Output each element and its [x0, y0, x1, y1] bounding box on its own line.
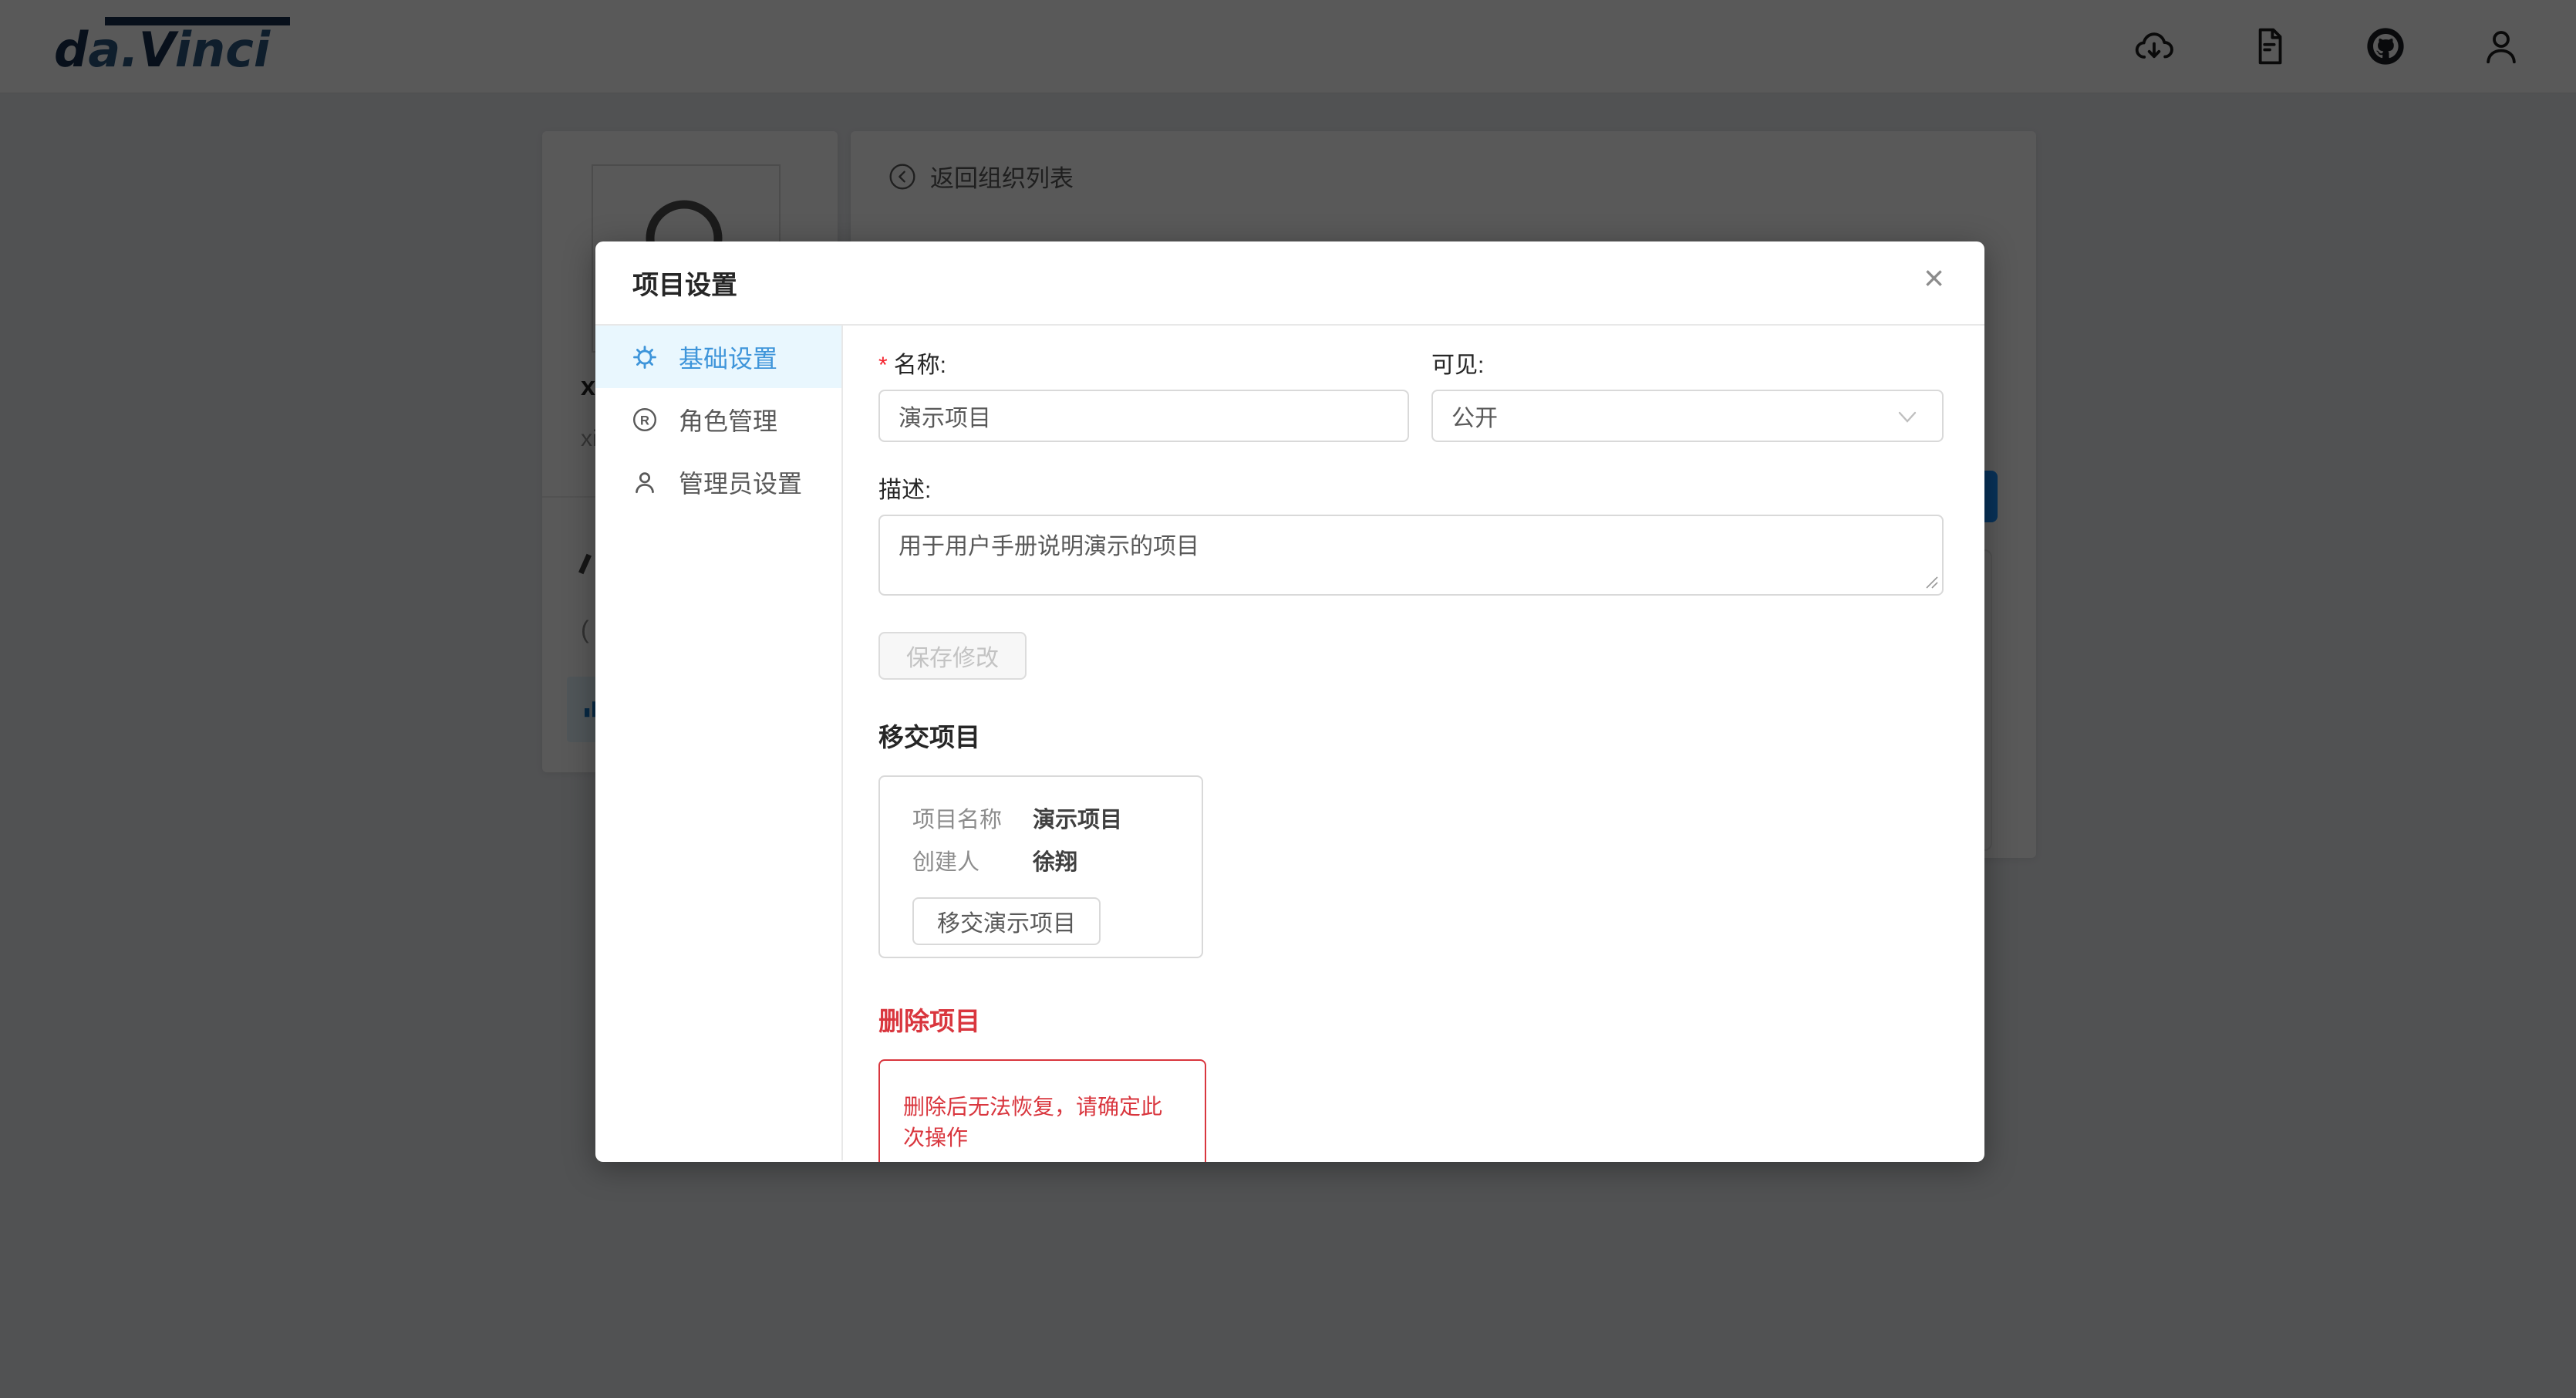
gear-icon — [631, 343, 659, 371]
modal-main: *名称: 可见: 公开 描述: — [843, 326, 1984, 1160]
transfer-project-button[interactable]: 移交演示项目 — [912, 897, 1101, 945]
name-field-group: *名称: — [878, 346, 1409, 442]
resize-grip-icon[interactable] — [1922, 572, 1939, 589]
project-name-input[interactable] — [878, 390, 1409, 442]
modal-body: 基础设置 R 角色管理 管理员设置 — [595, 326, 1984, 1160]
transfer-card: 项目名称 演示项目 创建人 徐翔 移交演示项目 — [878, 775, 1203, 958]
description-textarea[interactable]: 用于用户手册说明演示的项目 — [878, 515, 1944, 596]
sidebar-item-admin-settings[interactable]: 管理员设置 — [595, 451, 841, 513]
visibility-field-group: 可见: 公开 — [1431, 346, 1944, 442]
visibility-label: 可见: — [1431, 346, 1944, 372]
required-mark: * — [878, 353, 888, 378]
creator-row: 创建人 徐翔 — [912, 844, 1169, 872]
creator-label: 创建人 — [912, 844, 1003, 872]
delete-warning-box: 删除后无法恢复，请确定此次操作 删除演示项目 — [878, 1059, 1206, 1162]
sidebar-item-label: 管理员设置 — [679, 464, 802, 500]
close-icon[interactable]: × — [1924, 260, 1944, 295]
modal-sidebar: 基础设置 R 角色管理 管理员设置 — [595, 326, 843, 1160]
sidebar-item-label: 基础设置 — [679, 339, 777, 375]
sidebar-item-role-management[interactable]: R 角色管理 — [595, 388, 841, 451]
description-label: 描述: — [878, 471, 1944, 497]
user-icon — [631, 468, 659, 496]
sidebar-item-basic-settings[interactable]: 基础设置 — [595, 326, 841, 388]
chevron-down-icon — [1897, 410, 1917, 425]
delete-heading: 删除项目 — [878, 1001, 1944, 1038]
name-label: *名称: — [878, 346, 1409, 372]
modal-title: 项目设置 — [632, 264, 737, 302]
svg-text:R: R — [640, 414, 649, 427]
registered-icon: R — [631, 406, 659, 434]
project-name-row: 项目名称 演示项目 — [912, 802, 1169, 829]
transfer-heading: 移交项目 — [878, 717, 1944, 754]
project-settings-modal: 项目设置 × 基础设置 — [595, 241, 1984, 1162]
project-name-value: 演示项目 — [1033, 802, 1122, 829]
delete-warning-text: 删除后无法恢复，请确定此次操作 — [903, 1090, 1182, 1152]
sidebar-item-label: 角色管理 — [679, 402, 777, 437]
visibility-selected-value: 公开 — [1452, 399, 1498, 433]
creator-value: 徐翔 — [1033, 844, 1077, 872]
visibility-select[interactable]: 公开 — [1431, 390, 1944, 442]
viewport: da.Vinci — [0, 0, 2576, 1398]
modal-header: 项目设置 × — [595, 241, 1984, 326]
save-changes-button[interactable]: 保存修改 — [878, 632, 1027, 680]
project-name-label: 项目名称 — [912, 802, 1003, 829]
form-row: *名称: 可见: 公开 — [878, 346, 1944, 442]
description-wrap: 用于用户手册说明演示的项目 — [878, 515, 1944, 596]
